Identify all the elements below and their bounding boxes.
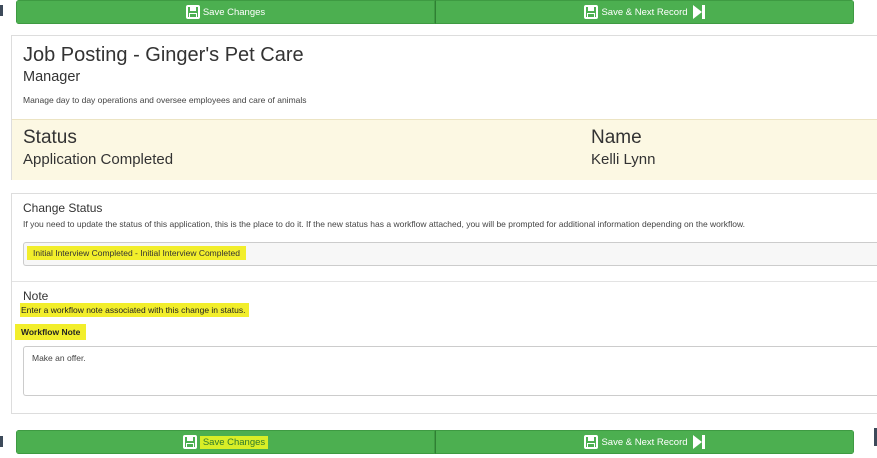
applicant-summary: Status Application Completed Name Kelli … xyxy=(12,119,877,180)
change-status-title: Change Status xyxy=(23,201,103,215)
name-column: Name Kelli Lynn xyxy=(591,127,655,170)
save-next-record-label: Save & Next Record xyxy=(601,6,688,18)
job-header: Job Posting - Ginger's Pet Care Manager … xyxy=(12,36,877,119)
job-title: Job Posting - Ginger's Pet Care xyxy=(23,44,304,66)
floppy-disk-icon xyxy=(584,435,599,449)
change-status-help: If you need to update the status of this… xyxy=(23,219,745,229)
save-next-record-label: Save & Next Record xyxy=(601,436,688,448)
skip-forward-icon xyxy=(692,5,705,19)
change-status-panel: Change Status If you need to update the … xyxy=(11,193,877,414)
section-divider xyxy=(12,281,877,282)
left-edge-marker xyxy=(0,436,3,447)
save-changes-button[interactable]: Save Changes xyxy=(16,0,435,24)
save-changes-label: Save Changes xyxy=(202,6,266,18)
skip-forward-icon xyxy=(692,435,705,449)
change-status-section: Change Status If you need to update the … xyxy=(23,201,877,229)
workflow-note-label: Workflow Note xyxy=(15,324,87,340)
note-section: Note Enter a workflow note associated wi… xyxy=(20,289,877,317)
name-label: Name xyxy=(591,127,642,148)
save-changes-button[interactable]: Save Changes xyxy=(16,430,435,454)
status-column: Status Application Completed xyxy=(23,127,173,170)
status-select-value: Initial Interview Completed - Initial In… xyxy=(27,246,246,260)
save-next-record-button[interactable]: Save & Next Record xyxy=(435,0,854,24)
save-changes-label: Save Changes xyxy=(199,435,269,449)
status-label: Status xyxy=(23,127,77,148)
status-select[interactable]: Initial Interview Completed - Initial In… xyxy=(23,242,877,266)
floppy-disk-icon xyxy=(185,5,200,19)
job-posting-panel: Job Posting - Ginger's Pet Care Manager … xyxy=(11,35,877,180)
floppy-disk-icon xyxy=(182,435,197,449)
save-next-record-button[interactable]: Save & Next Record xyxy=(435,430,854,454)
status-value: Application Completed xyxy=(23,151,174,168)
workflow-note-label-text: Workflow Note xyxy=(15,324,87,340)
note-help-text: Enter a workflow note associated with th… xyxy=(20,303,250,317)
note-help: Enter a workflow note associated with th… xyxy=(20,303,877,317)
floppy-disk-icon xyxy=(584,5,599,19)
bottom-action-bar: Save Changes Save & Next Record xyxy=(16,430,854,454)
job-role: Manager xyxy=(23,69,81,85)
name-value: Kelli Lynn xyxy=(591,151,656,168)
job-description: Manage day to day operations and oversee… xyxy=(23,95,307,105)
left-edge-marker xyxy=(0,5,3,16)
workflow-note-textarea[interactable]: Make an offer. xyxy=(23,346,877,396)
top-action-bar: Save Changes Save & Next Record xyxy=(16,0,854,24)
note-title: Note xyxy=(23,289,49,303)
